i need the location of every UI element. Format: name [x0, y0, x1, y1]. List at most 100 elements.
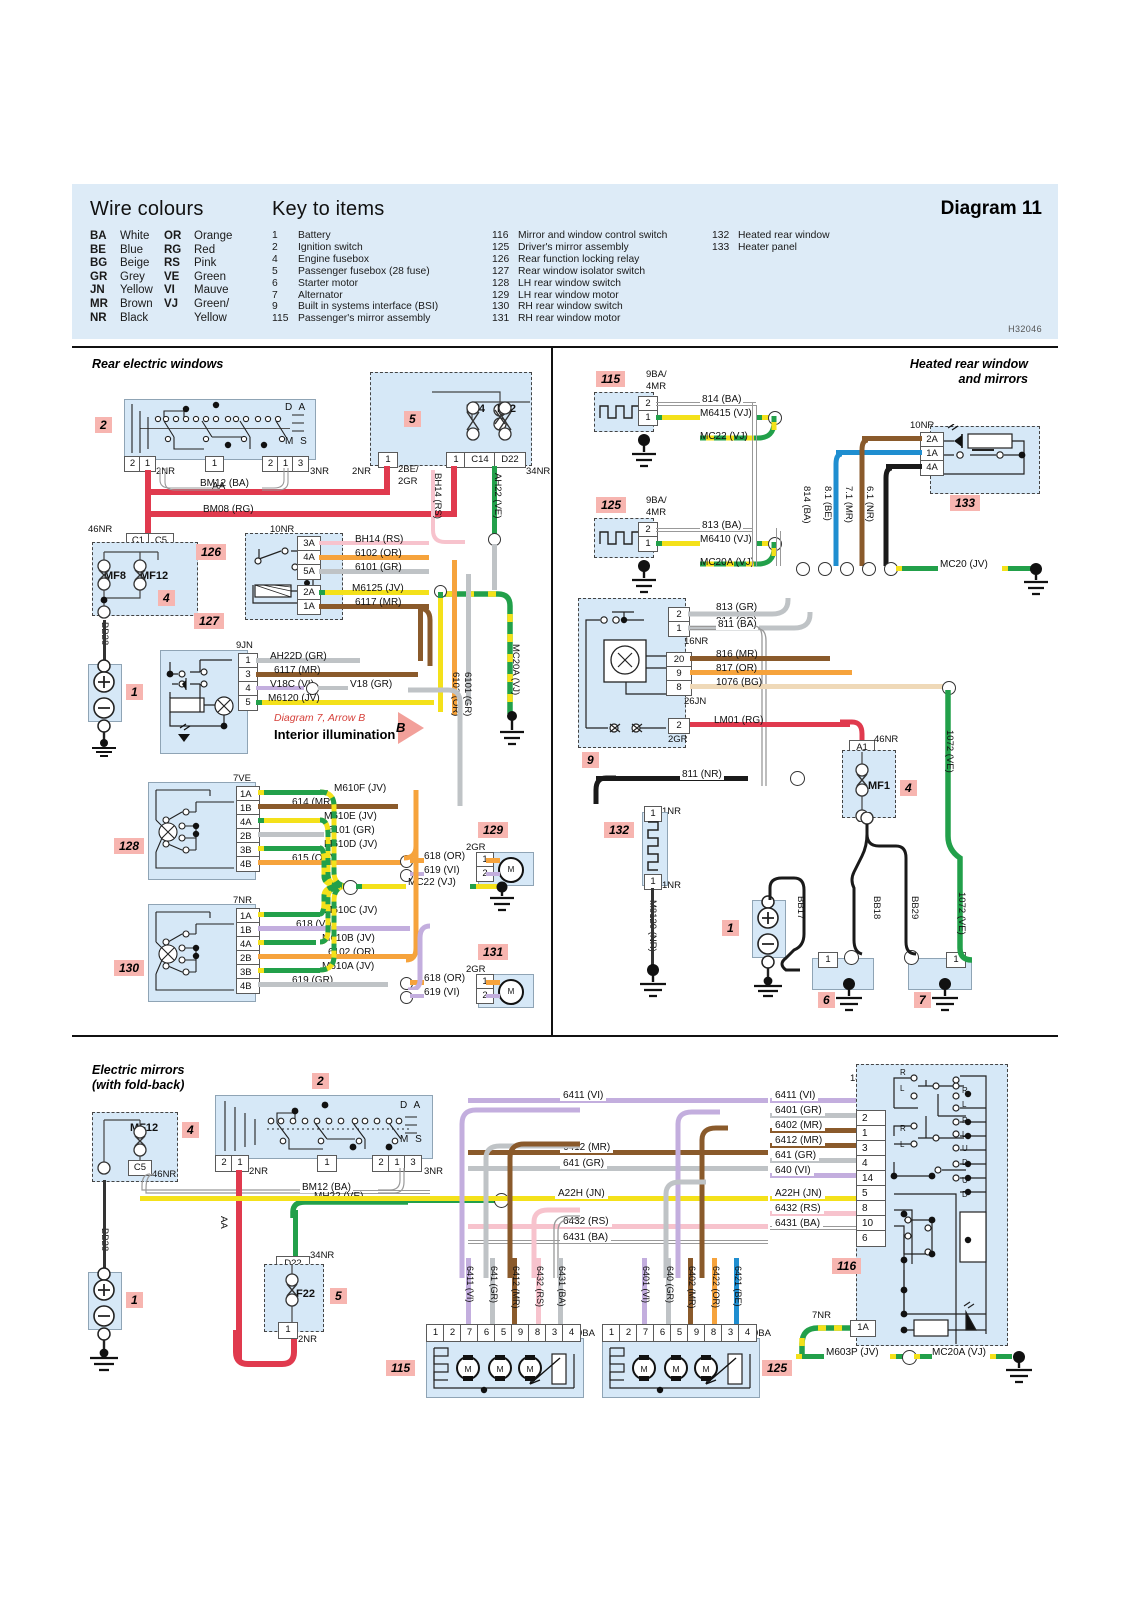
harness-26JN: 26JN: [684, 696, 707, 707]
mirror-wire-right-label: 6402 (MR): [772, 1120, 826, 1131]
key-item-label: Passenger's mirror assembly: [298, 313, 431, 325]
sw130-term-label: 4B: [240, 981, 252, 992]
key-item-label: Heater panel: [738, 241, 797, 253]
item-number-1-c: 1: [126, 1292, 143, 1308]
item-number-130: 130: [114, 960, 145, 976]
mirror-wire-right-label: 640 (VI): [772, 1165, 814, 1176]
wire-814-v-b: [756, 405, 758, 566]
mirror125-wire-label: 640 (GR): [665, 1266, 675, 1304]
wire-label-MC20A-125: MC20A (VJ): [700, 557, 754, 568]
wire-817OR: [690, 670, 852, 675]
wire-M6415-a: [656, 415, 700, 420]
item-number-4-c: 4: [182, 1122, 199, 1138]
key-item-row: 5 Passenger fusebox (28 fuse): [272, 266, 438, 278]
wire-colour-row: GR Grey: [90, 271, 153, 285]
key-item-row: 131 RH rear window motor: [492, 313, 667, 325]
item-number-126: 126: [196, 544, 227, 560]
key-item-row: 125 Driver's mirror assembly: [492, 242, 667, 254]
wire-colour-name: Blue: [120, 243, 144, 256]
wire-label-MC20: MC20 (JV): [940, 559, 988, 570]
mirror125-wire-label: 6421 (BE): [733, 1266, 743, 1307]
wire-813-v-a: [776, 528, 778, 566]
key-item-label: LH rear window switch: [518, 277, 622, 289]
key-item-row: 115 Passenger's mirror assembly: [272, 313, 438, 325]
battery-1-c-symbol: [90, 1267, 118, 1372]
wire-M603P-h: [796, 1354, 824, 1359]
sw130-term-label: 3B: [240, 967, 252, 978]
wire-label-M6120: M6120 (JV): [268, 693, 320, 704]
item-number-1-b: 1: [722, 920, 739, 936]
key-item-row: 132 Heated rear window: [712, 230, 830, 242]
switch-116-dir-label: L: [900, 1140, 905, 1149]
divider-top: [72, 346, 1058, 348]
ground-MC20A: [500, 711, 524, 746]
wire-colours-title: Wire colours: [90, 198, 204, 220]
key-item-label: Engine fusebox: [298, 253, 369, 265]
key-item-number: 132: [712, 230, 730, 241]
wire-colour-name: Yellow: [194, 311, 227, 324]
bsi-term-1: 1: [668, 621, 690, 637]
key-item-row: 133 Heater panel: [712, 242, 830, 254]
key-item-row: 4 Engine fusebox: [272, 254, 438, 266]
key-item-number: 6: [272, 277, 278, 289]
switch-116-dir-label: R: [962, 1116, 968, 1125]
wire-colour-code: VE: [164, 270, 180, 283]
wire-label-AA-c: AA: [218, 1216, 229, 1229]
mirror115-wire-label: 6411 (VI): [465, 1266, 475, 1303]
wire-label-81BE-v: 8.1 (BE): [822, 486, 833, 521]
wire-BM12-c-right: [378, 1168, 405, 1194]
svg-text:M: M: [702, 1364, 709, 1374]
item-number-127: 127: [194, 613, 225, 629]
mirror-125-internal: M M M: [609, 1347, 751, 1394]
sw128-term-label: 3B: [240, 845, 252, 856]
item-number-2: 2: [95, 417, 112, 433]
wire-colours-left-column: BA White BE Blue BG Beige GR Grey JN Yellow MR Brow…: [90, 230, 153, 325]
key-item-label: RH rear window switch: [518, 301, 623, 313]
mirror115-wire-label: 6432 (RS): [535, 1266, 545, 1308]
switch-116-dir-label: D: [962, 1158, 968, 1167]
harness-46NR-a: 46NR: [88, 524, 113, 535]
wire-colour-row: NR Black: [90, 312, 153, 326]
junction-814gr: [818, 562, 832, 576]
wire-colour-row: RG Red: [164, 244, 232, 258]
mirror-wire-right-label: 641 (GR): [772, 1150, 820, 1161]
wire-label-AH22-v: AH22 (VE): [492, 473, 503, 519]
fusebox5-terminal-D22: D22: [494, 452, 526, 468]
arrow-B-letter: B: [396, 720, 406, 735]
harness-9BA-115-l1: 9BA/: [646, 369, 667, 380]
wire-colour-row: BG Beige: [90, 257, 153, 271]
c116-term-label: 10: [862, 1218, 874, 1229]
key-item-number: 131: [492, 313, 510, 325]
mirror125-wire-label: 6401 (VI): [641, 1266, 651, 1304]
mirror-wire-right-b: [770, 1229, 856, 1231]
fusebox5-2GR-l2: 2GR: [398, 476, 418, 487]
key-item-row: 116 Mirror and window control switch: [492, 230, 667, 242]
wire-colours-right-column: OR Orange RG Red RS Pink VE Green VI Mauve VJ Green…: [164, 230, 232, 325]
hp133-term-4A: 4A: [920, 460, 944, 476]
wire-label-BB29: BB29: [909, 896, 920, 920]
item-number-115-c: 115: [386, 1360, 416, 1376]
wire-colour-code: BE: [90, 243, 106, 256]
section-title-heated-l2: and mirrors: [958, 372, 1028, 386]
switch-116-dir-label: D: [962, 1190, 968, 1199]
wire-label-1076BG: 1076 (BG): [716, 677, 763, 688]
c116-term-label: 6: [862, 1233, 868, 1244]
key-item-number: 7: [272, 289, 278, 301]
sw128-term-label: 1B: [240, 803, 252, 814]
ground-132: [640, 964, 666, 998]
battery-1-a-symbol: [92, 659, 116, 757]
starter-term-1: 1: [818, 952, 838, 968]
wire-colour-code: RS: [164, 257, 180, 270]
wire-label-BH14-v: BH14 (RS): [432, 473, 443, 519]
ignition-switch-c-contacts: [224, 1101, 417, 1151]
junction-813gr: [796, 562, 810, 576]
wire-colour-name: Yellow: [120, 284, 153, 297]
item-number-1-a: 1: [126, 684, 143, 700]
wire-colour-row: VI Mauve: [164, 284, 232, 298]
wire-811-verticals: [753, 625, 767, 786]
key-item-number: 1: [272, 230, 278, 241]
key-item-label: Rear window isolator switch: [518, 265, 646, 277]
c116-term-label: 1: [862, 1128, 868, 1139]
wire-label-6101-h: 6101 (GR): [355, 562, 402, 573]
wire-BM12-path-right: [262, 468, 289, 491]
